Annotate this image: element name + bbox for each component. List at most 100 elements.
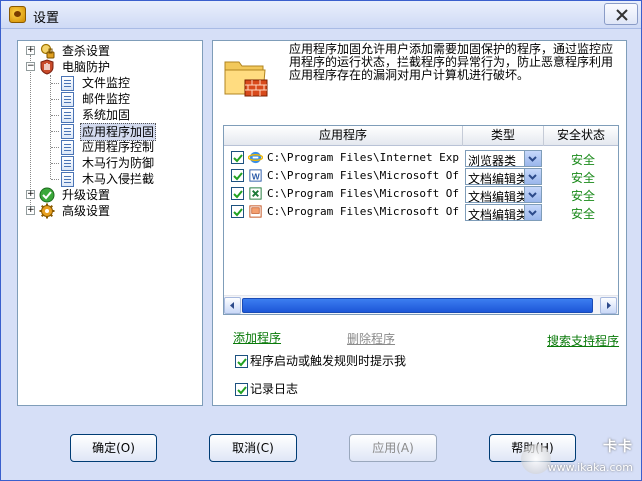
tree-item-file-monitor[interactable]: 文件监控: [18, 75, 202, 91]
ok-button[interactable]: 确定(O): [70, 434, 157, 462]
type-dropdown-value: 文档编辑类: [468, 208, 524, 222]
status-text: 安全: [571, 207, 596, 221]
scroll-right-button[interactable]: [600, 297, 617, 314]
tree-item-trojan-intrusion[interactable]: 木马入侵拦截: [18, 171, 202, 187]
row-checkbox[interactable]: [231, 169, 244, 182]
tree-item-update-settings[interactable]: + 升级设置: [18, 187, 202, 203]
horizontal-scrollbar[interactable]: [224, 295, 618, 314]
tree-item-scan-settings[interactable]: + 查杀设置: [18, 43, 202, 59]
tree-item-label: 文件监控: [82, 76, 131, 90]
scroll-thumb[interactable]: [242, 298, 593, 313]
app-path: C:\Program Files\Microsoft Of...: [267, 205, 461, 218]
add-program-link[interactable]: 添加程序: [233, 329, 281, 346]
document-icon: [61, 108, 74, 123]
prompt-checkbox[interactable]: [235, 355, 248, 368]
dropdown-arrow[interactable]: [524, 169, 541, 184]
cancel-button[interactable]: 取消(C): [209, 434, 297, 462]
type-dropdown[interactable]: 文档编辑类: [465, 204, 542, 222]
internet-explorer-icon: [248, 151, 263, 164]
tree-item-system-hardening[interactable]: 系统加固: [18, 107, 202, 123]
status-text: 安全: [571, 189, 596, 203]
apply-button[interactable]: 应用(A): [349, 434, 437, 462]
dropdown-arrow[interactable]: [524, 187, 541, 202]
document-icon: [61, 140, 74, 155]
log-option[interactable]: 记录日志: [235, 380, 298, 397]
delete-program-link[interactable]: 删除程序: [347, 330, 395, 347]
prompt-option-label: 程序启动或触发规则时提示我: [250, 354, 407, 368]
type-dropdown[interactable]: 文档编辑类: [465, 186, 542, 204]
watermark-brand: 卡卡: [603, 439, 633, 455]
document-icon: [61, 156, 74, 171]
table-row[interactable]: C:\Program Files\Microsoft Of... 文档编辑类 安…: [224, 185, 618, 204]
watermark-logo-icon: [521, 444, 551, 474]
svg-text:W: W: [252, 171, 260, 181]
title-bar: 设置: [1, 1, 641, 29]
dropdown-arrow[interactable]: [524, 151, 541, 166]
checkmark-icon: [237, 386, 247, 395]
tree-item-pc-protection[interactable]: − 电脑防护: [18, 59, 202, 75]
tree-item-label: 木马入侵拦截: [82, 172, 155, 186]
chevron-down-icon: [528, 174, 537, 180]
log-checkbox[interactable]: [235, 383, 248, 396]
tree-item-app-hardening[interactable]: 应用程序加固: [18, 123, 202, 141]
app-path: C:\Program Files\Internet Exp...: [267, 151, 461, 164]
type-dropdown[interactable]: 浏览器类: [465, 150, 542, 168]
document-icon: [61, 76, 74, 91]
expand-icon[interactable]: +: [26, 190, 35, 199]
tree-item-trojan-behavior[interactable]: 木马行为防御: [18, 155, 202, 171]
tree-item-advanced-settings[interactable]: + 高级设置: [18, 203, 202, 219]
column-header-app[interactable]: 应用程序: [224, 126, 463, 146]
table-header: 应用程序 类型 安全状态: [224, 126, 618, 146]
prompt-option[interactable]: 程序启动或触发规则时提示我: [235, 352, 406, 369]
table-row[interactable]: C:\Program Files\Microsoft Of... 文档编辑类 安…: [224, 203, 618, 222]
expand-icon[interactable]: +: [26, 206, 35, 215]
table-row[interactable]: C:\Program Files\Internet Exp... 浏览器类 安全: [224, 149, 618, 168]
row-checkbox[interactable]: [231, 151, 244, 164]
document-icon: [61, 92, 74, 107]
tree-item-app-control[interactable]: 应用程序控制: [18, 139, 202, 155]
arrow-left-icon: [230, 302, 234, 309]
tree-item-label: 系统加固: [82, 108, 131, 122]
watermark-url: www.ikaka.com: [547, 461, 633, 474]
row-checkbox[interactable]: [231, 205, 244, 218]
magnifier-lock-icon: [40, 43, 55, 59]
column-header-status[interactable]: 安全状态: [544, 126, 618, 146]
shield-hand-icon: [40, 59, 54, 75]
chevron-down-icon: [528, 192, 537, 198]
app-logo-icon: [9, 6, 26, 23]
close-button[interactable]: [604, 3, 638, 25]
app-hardening-panel: 应用程序加固允许用户添加需要加固保护的程序，通过监控应用程序的运行状态，拦截程序…: [212, 40, 627, 406]
column-header-type[interactable]: 类型: [463, 126, 544, 146]
checkmark-icon: [233, 154, 243, 163]
scroll-left-button[interactable]: [224, 297, 241, 314]
status-text: 安全: [571, 171, 596, 185]
type-dropdown[interactable]: 文档编辑类: [465, 168, 542, 186]
dropdown-arrow[interactable]: [524, 205, 541, 220]
tree-item-label: 邮件监控: [82, 92, 131, 106]
chevron-down-icon: [528, 210, 537, 216]
feature-description: 应用程序加固允许用户添加需要加固保护的程序，通过监控应用程序的运行状态，拦截程序…: [289, 42, 614, 82]
chevron-down-icon: [528, 156, 537, 162]
settings-window: 设置 + 查杀设置 − 电脑防护 文件监控 邮件监控 系统加固 应用程序加固 应…: [0, 0, 642, 481]
checkmark-icon: [233, 172, 243, 181]
powerpoint-icon: [249, 205, 262, 218]
document-icon: [61, 124, 74, 139]
tree-item-mail-monitor[interactable]: 邮件监控: [18, 91, 202, 107]
table-row[interactable]: W C:\Program Files\Microsoft Of... 文档编辑类…: [224, 167, 618, 186]
excel-icon: [249, 187, 262, 200]
row-checkbox[interactable]: [231, 187, 244, 200]
tree-item-label: 高级设置: [62, 204, 111, 218]
expand-icon[interactable]: +: [26, 46, 35, 55]
close-icon: [616, 9, 628, 21]
checkmark-icon: [237, 358, 247, 367]
collapse-icon[interactable]: −: [26, 62, 35, 71]
checkmark-icon: [233, 208, 243, 217]
search-supported-programs-link[interactable]: 搜索支持程序: [547, 332, 619, 349]
tree-item-label: 应用程序控制: [82, 140, 155, 154]
app-path: C:\Program Files\Microsoft Of...: [267, 187, 461, 200]
tree-item-label: 升级设置: [62, 188, 111, 202]
app-path: C:\Program Files\Microsoft Of...: [267, 169, 461, 182]
word-icon: W: [249, 169, 262, 182]
log-option-label: 记录日志: [250, 382, 299, 396]
gear-icon: [39, 203, 55, 219]
